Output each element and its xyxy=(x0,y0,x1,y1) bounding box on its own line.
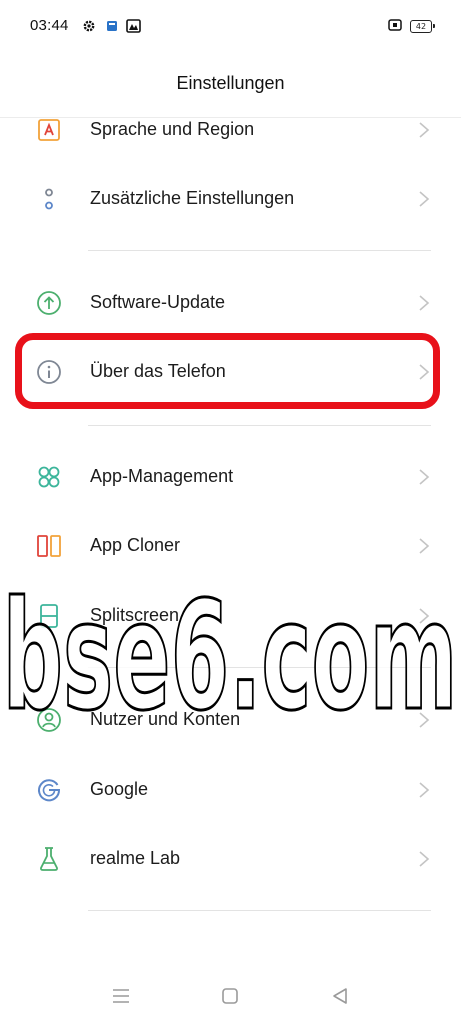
settings-item-label: Google xyxy=(90,779,149,799)
section-divider xyxy=(88,425,431,426)
software-update-icon xyxy=(37,291,61,315)
notification-app-icon xyxy=(107,21,117,31)
settings-item-label: Splitscreen xyxy=(90,605,180,625)
settings-item-label: realme Lab xyxy=(90,848,181,868)
status-time: 03:44 xyxy=(30,17,69,34)
nfc-icon xyxy=(388,19,402,31)
chevron-right-icon xyxy=(419,122,430,138)
settings-item-label: Nutzer und Konten xyxy=(90,709,241,729)
gallery-icon xyxy=(126,19,141,33)
settings-item-label: App Cloner xyxy=(90,535,181,555)
navigation-bar xyxy=(0,975,461,1020)
page-title: Einstellungen xyxy=(176,73,285,93)
more-settings-icon xyxy=(45,188,53,210)
settings-item-label: Software-Update xyxy=(90,292,226,312)
battery-tip xyxy=(433,24,435,28)
home-icon[interactable] xyxy=(219,985,241,1007)
chevron-right-icon xyxy=(419,538,430,554)
chevron-right-icon xyxy=(419,469,430,485)
chevron-right-icon xyxy=(419,782,430,798)
app-management-icon xyxy=(38,466,60,488)
settings-item-label: App-Management xyxy=(90,466,234,486)
chevron-right-icon xyxy=(419,712,430,728)
gear-icon xyxy=(83,20,95,32)
settings-screen: 03:44 42 Einstellungen Sprache und Regio… xyxy=(0,0,461,1024)
chevron-right-icon xyxy=(419,295,430,311)
language-icon xyxy=(38,119,60,141)
back-icon[interactable] xyxy=(329,985,351,1007)
settings-item-language[interactable]: Sprache und Region xyxy=(0,99,461,161)
app-cloner-icon xyxy=(37,535,61,557)
settings-item-splitscreen[interactable]: Splitscreen xyxy=(0,585,461,647)
settings-item-app-management[interactable]: App-Management xyxy=(0,446,461,508)
battery-indicator: 42 xyxy=(410,20,432,33)
highlight-annotation xyxy=(15,333,440,409)
settings-item-software-update[interactable]: Software-Update xyxy=(0,272,461,334)
chevron-right-icon xyxy=(419,191,430,207)
section-divider xyxy=(88,667,431,668)
section-divider xyxy=(88,250,431,251)
menu-icon[interactable] xyxy=(110,985,132,1007)
google-icon xyxy=(38,779,61,802)
settings-item-label: Zusätzliche Einstellungen xyxy=(90,188,295,208)
splitscreen-icon xyxy=(40,604,58,628)
status-bar: 03:44 42 xyxy=(0,0,461,56)
settings-item-additional[interactable]: Zusätzliche Einstellungen xyxy=(0,168,461,230)
lab-flask-icon xyxy=(40,847,58,871)
chevron-right-icon xyxy=(419,608,430,624)
settings-item-label: Sprache und Region xyxy=(90,119,255,139)
settings-item-users-accounts[interactable]: Nutzer und Konten xyxy=(0,689,461,751)
user-accounts-icon xyxy=(37,708,61,732)
section-divider xyxy=(88,910,431,911)
settings-item-app-cloner[interactable]: App Cloner xyxy=(0,515,461,577)
settings-item-realme-lab[interactable]: realme Lab xyxy=(0,828,461,890)
chevron-right-icon xyxy=(419,851,430,867)
settings-item-google[interactable]: Google xyxy=(0,759,461,821)
